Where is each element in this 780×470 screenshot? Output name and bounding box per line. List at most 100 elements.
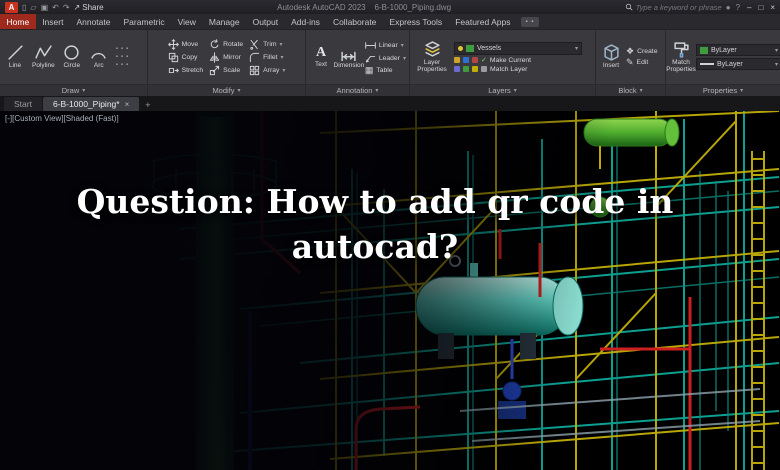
- layer-tool-icon: [454, 57, 460, 63]
- tab-label: Home: [6, 16, 30, 27]
- titlebar-account-icons[interactable]: ● ?: [726, 3, 740, 12]
- scale-icon: [210, 65, 220, 75]
- linear-label: Linear: [378, 41, 398, 49]
- search-icon: [625, 3, 632, 11]
- share-button[interactable]: ↗ Share: [74, 3, 104, 12]
- minimize-button[interactable]: –: [747, 3, 751, 12]
- layers-panel-footer[interactable]: Layers ▾: [410, 84, 595, 96]
- layer-properties-label: Layer Properties: [417, 58, 447, 73]
- help-icon[interactable]: ?: [736, 3, 740, 12]
- chevron-down-icon: ▾: [82, 88, 86, 94]
- line-icon: [7, 45, 23, 61]
- close-button[interactable]: ×: [770, 3, 775, 12]
- arc-button[interactable]: Arc: [87, 43, 111, 70]
- fillet-button[interactable]: Fillet ▾: [249, 52, 285, 63]
- tab-collaborate[interactable]: Collaborate: [326, 14, 382, 29]
- layers-panel: Layer Properties Vessels ▾ ✓ Make Curren…: [410, 30, 596, 96]
- match-properties-button[interactable]: Match Properties: [666, 40, 696, 74]
- mirror-button[interactable]: Mirror: [209, 51, 243, 63]
- document-title: 6-B-1000_Piping.dwg: [374, 2, 452, 12]
- new-icon[interactable]: ▯: [22, 3, 26, 12]
- layers-panel-title: Layers: [488, 86, 511, 95]
- question-line-1: Question: How to add qr code in: [76, 182, 674, 221]
- redo-icon[interactable]: ↷: [63, 3, 70, 12]
- annotation-panel: A Text Dimension Linear ▾ Leader ▾ ▦ Table …: [306, 30, 410, 96]
- plus-icon: +: [145, 100, 151, 110]
- annotation-panel-footer[interactable]: Annotation ▾: [306, 84, 409, 96]
- text-button[interactable]: A Text: [309, 45, 333, 69]
- dimension-button[interactable]: Dimension: [334, 43, 364, 70]
- account-icon[interactable]: ●: [726, 3, 731, 12]
- tab-manage[interactable]: Manage: [202, 14, 246, 29]
- leader-button[interactable]: Leader ▾: [365, 53, 406, 64]
- draw-extra-tools[interactable]: ▪ ▪ ▪ ▪ ▪ ▪ ▪ ▪ ▪: [116, 46, 128, 68]
- tab-parametric[interactable]: Parametric: [117, 14, 171, 29]
- maximize-button[interactable]: □: [758, 3, 763, 12]
- circle-button[interactable]: Circle: [60, 43, 84, 70]
- copy-button[interactable]: Copy: [168, 52, 204, 63]
- layer-tool-icon: [472, 66, 478, 72]
- layer-dropdown[interactable]: Vessels ▾: [454, 41, 582, 55]
- leader-label: Leader: [378, 54, 400, 62]
- make-current-button[interactable]: ✓ Make Current: [454, 57, 582, 64]
- match-layer-button[interactable]: Match Layer: [454, 66, 582, 73]
- copy-icon: [168, 52, 178, 62]
- create-label: Create: [637, 48, 658, 55]
- tab-home[interactable]: Home: [0, 14, 36, 29]
- tab-view[interactable]: View: [171, 14, 202, 29]
- scale-button[interactable]: Scale: [209, 65, 243, 76]
- properties-panel-footer[interactable]: Properties ▾: [666, 84, 780, 96]
- chevron-down-icon: ▾: [639, 88, 643, 94]
- tab-output[interactable]: Output: [246, 14, 285, 29]
- stretch-label: Stretch: [181, 66, 204, 74]
- tab-featured-apps[interactable]: Featured Apps: [449, 14, 517, 29]
- drawing-viewport[interactable]: [-][Custom View][Shaded (Fast)] Question…: [0, 111, 780, 470]
- polyline-label: Polyline: [32, 62, 55, 70]
- edit-block-button[interactable]: ✎ Edit: [626, 58, 657, 67]
- new-tab-button[interactable]: +: [140, 99, 155, 111]
- autocad-logo-icon[interactable]: A: [5, 1, 18, 13]
- search-input[interactable]: Type a keyword or phrase: [625, 3, 722, 12]
- tab-add-ins[interactable]: Add-ins: [285, 14, 327, 29]
- move-button[interactable]: Move: [167, 38, 204, 50]
- create-block-button[interactable]: ❖ Create: [626, 47, 657, 56]
- lineweight-control[interactable]: ByLayer ▾: [696, 58, 780, 70]
- draw-panel-footer[interactable]: Draw ▾: [0, 84, 147, 96]
- save-icon[interactable]: ▣: [41, 3, 49, 12]
- trim-button[interactable]: Trim ▾: [249, 39, 285, 50]
- pencil-icon: ✎: [626, 57, 634, 67]
- viewport-controls[interactable]: [-][Custom View][Shaded (Fast)]: [5, 114, 119, 123]
- draw-panel: Line Polyline Circle Arc ▪▪▪ ▪▪▪ ▪▪: [0, 30, 148, 96]
- ribbon-overflow-button[interactable]: ▪ ▪: [520, 16, 539, 27]
- tab-express-tools[interactable]: Express Tools: [383, 14, 449, 29]
- file-tab-drawing[interactable]: 6-B-1000_Piping* ×: [42, 97, 140, 111]
- open-icon[interactable]: ▱: [30, 3, 36, 12]
- layer-properties-button[interactable]: Layer Properties: [413, 40, 451, 74]
- line-button[interactable]: Line: [3, 43, 27, 70]
- layer-tool-icon: [463, 66, 469, 72]
- app-title: Autodesk AutoCAD 2023: [277, 2, 366, 12]
- stretch-button[interactable]: Stretch: [168, 65, 204, 76]
- chevron-down-icon: ▾: [513, 88, 517, 94]
- block-panel-footer[interactable]: Block ▾: [596, 84, 665, 96]
- undo-icon[interactable]: ↶: [52, 3, 59, 12]
- linear-button[interactable]: Linear ▾: [365, 40, 406, 51]
- table-button[interactable]: ▦ Table: [365, 65, 406, 75]
- tab-insert[interactable]: Insert: [36, 14, 70, 29]
- move-label: Move: [181, 40, 199, 48]
- rotate-button[interactable]: Rotate: [209, 38, 243, 50]
- insert-button[interactable]: Insert: [599, 43, 623, 70]
- match-layer-label: Match Layer: [490, 65, 528, 73]
- block-panel-title: Block: [618, 86, 637, 95]
- tab-annotate[interactable]: Annotate: [70, 14, 117, 29]
- fillet-icon: [250, 52, 260, 62]
- color-control[interactable]: ByLayer ▾: [696, 44, 780, 56]
- array-button[interactable]: Array ▾: [249, 65, 285, 76]
- circle-label: Circle: [63, 62, 81, 70]
- close-tab-icon[interactable]: ×: [125, 100, 130, 109]
- polyline-button[interactable]: Polyline: [30, 43, 57, 70]
- modify-panel-footer[interactable]: Modify ▾: [148, 84, 305, 96]
- move-icon: [167, 38, 179, 50]
- file-tab-start[interactable]: Start: [4, 97, 42, 111]
- table-label: Table: [376, 66, 393, 74]
